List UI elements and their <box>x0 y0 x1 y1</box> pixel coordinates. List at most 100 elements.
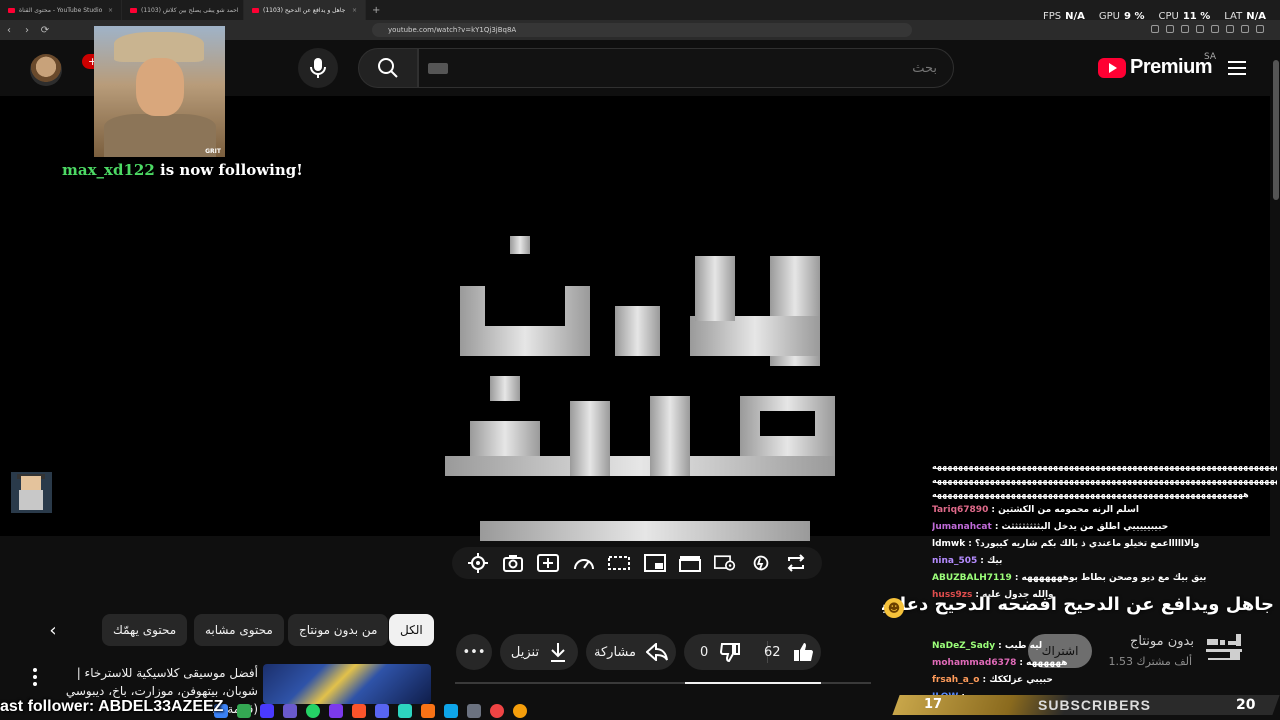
share-icon <box>645 643 668 661</box>
picture-in-picture-button[interactable] <box>643 552 666 574</box>
more-actions-button[interactable]: ••• <box>456 634 492 670</box>
taskbar-app-icon[interactable] <box>237 704 251 718</box>
taskbar-app-icon[interactable] <box>398 704 412 718</box>
chat-message: Tariq67890: اسلم الرنه محمومه من الكشتين <box>932 505 1139 515</box>
download-button[interactable]: تنزيل <box>500 634 578 670</box>
more-options-icon[interactable] <box>30 668 40 686</box>
url-field[interactable]: youtube.com/watch?v=kY1Qj3jBq8A <box>372 23 912 37</box>
add-box-icon <box>537 554 560 572</box>
chrome-icon[interactable] <box>513 704 527 718</box>
chat-spam-line: هههههههههههههههههههههههههههههههههههههههه… <box>932 476 1277 485</box>
search-input[interactable] <box>418 48 954 88</box>
account-avatar[interactable] <box>30 54 62 86</box>
taskbar-app-icon[interactable] <box>421 704 435 718</box>
like-button[interactable]: 62 <box>764 634 815 670</box>
chat-username: NaDeZ_Sady <box>932 641 996 651</box>
search-icon <box>378 58 398 78</box>
playback-speed-button[interactable] <box>573 552 595 574</box>
youtube-premium-logo[interactable]: Premium SA <box>1098 52 1216 79</box>
back-button[interactable]: ‹ <box>0 25 18 36</box>
theater-mode-button[interactable] <box>608 552 631 574</box>
share-button[interactable]: مشاركة <box>586 634 676 670</box>
extension-icon[interactable] <box>1241 25 1249 33</box>
chip-recommended-for-you[interactable]: محتوى يهمّك <box>102 614 188 646</box>
extension-icon[interactable] <box>1211 25 1219 33</box>
keyboard-icon[interactable] <box>428 63 448 74</box>
chat-text: اسلم الرنه محمومه من الكشتين <box>998 505 1139 515</box>
hamburger-menu-icon[interactable] <box>1228 61 1246 75</box>
download-label: تنزيل <box>510 644 540 660</box>
whatsapp-icon[interactable] <box>306 704 320 718</box>
chat-username: ABUZBALH7119 <box>932 573 1012 583</box>
chat-username: ldmwk <box>932 539 966 549</box>
subscriber-goal-count: 20 <box>1236 697 1256 713</box>
youtube-favicon-icon <box>130 7 137 13</box>
chat-username: frsah_a_o <box>932 675 980 685</box>
subscriber-goal-label: SUBSCRIBERS <box>1038 697 1151 713</box>
chat-message: nina_505: بيك <box>932 556 1003 566</box>
youtube-favicon-icon <box>252 7 259 13</box>
close-tab-icon[interactable]: × <box>352 7 357 14</box>
chat-message: frsah_a_o: حبيبي عزلككك <box>932 675 1053 685</box>
extension-icon[interactable] <box>1256 25 1264 33</box>
chat-spam-line: هههههههههههههههههههههههههههههههههههههههه… <box>932 462 1277 471</box>
dislike-button[interactable]: 0 <box>700 634 741 670</box>
tab-label: (1103) احمد شو يبقى يصلح بين كلاش <box>141 6 239 14</box>
taskbar-app-icon[interactable] <box>467 704 481 718</box>
taskbar-app-icon[interactable] <box>260 704 274 718</box>
chat-message: ldmwk: والااااااعمع تخيلو ماعندي ذ بالك … <box>932 539 1200 549</box>
voice-search-button[interactable] <box>298 48 338 88</box>
follow-alert-image: GRIT <box>94 26 225 157</box>
chat-text: ههههههه <box>1026 658 1068 668</box>
recommended-video-thumbnail[interactable] <box>263 664 431 704</box>
camera-icon <box>503 555 524 572</box>
taskbar-app-icon[interactable] <box>329 704 343 718</box>
extension-icon[interactable] <box>1181 25 1189 33</box>
follower-username: max_xd122 <box>62 161 155 179</box>
pip-icon <box>643 554 666 572</box>
microphone-icon <box>310 58 326 78</box>
new-tab-button[interactable]: + <box>366 5 380 16</box>
browser-tab-studio[interactable]: محتوى القناة - YouTube Studio × <box>0 0 122 20</box>
extension-icon[interactable] <box>1166 25 1174 33</box>
taskbar-app-icon[interactable] <box>283 704 297 718</box>
last-follower-overlay: ast follower: ABDEL33AZEEZ <box>0 698 224 715</box>
scrollbar-thumb[interactable] <box>1273 60 1279 200</box>
youtube-favicon-icon <box>8 7 15 13</box>
extension-icon[interactable] <box>1196 25 1204 33</box>
browser-tab-video-2[interactable]: (1103) احمد شو يبقى يصلح بين كلاش × <box>122 0 244 20</box>
extension-icon[interactable] <box>1151 25 1159 33</box>
settings-gear-button[interactable] <box>467 552 489 574</box>
search-button[interactable] <box>358 48 418 88</box>
clip-button[interactable] <box>679 552 702 574</box>
browser-tab-video-active[interactable]: (1103) جاهل و يدافع عن الدحيح × <box>244 0 366 20</box>
chat-username: mohammad6378 <box>932 658 1017 668</box>
discord-icon[interactable] <box>375 704 389 718</box>
extension-icon[interactable] <box>1226 25 1234 33</box>
share-label: مشاركة <box>594 644 636 660</box>
reload-button[interactable]: ⟳ <box>36 25 54 36</box>
brave-icon[interactable] <box>352 704 366 718</box>
chat-text: بيق بيك مع ديو وصحن بطاط بوهههههههه <box>1021 573 1207 583</box>
chips-prev-button[interactable]: ‹ <box>40 614 66 646</box>
repeat-button[interactable] <box>785 552 807 574</box>
chat-spam-line: هههههههههههههههههههههههههههههههههههههههه… <box>932 490 1250 499</box>
screenshot-button[interactable] <box>502 552 524 574</box>
chat-text: حبيبيييييي اطلق من يدخل البثثثثثثثثث <box>1001 522 1169 532</box>
forward-button[interactable]: › <box>18 25 36 36</box>
chip-similar-content[interactable]: محتوى مشابه <box>194 614 284 646</box>
taskbar-app-icon[interactable] <box>490 704 504 718</box>
chip-from-channel[interactable]: من بدون مونتاج <box>288 614 389 646</box>
taskbar-app-icon[interactable] <box>444 704 458 718</box>
gear-icon <box>467 553 488 573</box>
add-marker-button[interactable] <box>537 552 560 574</box>
chip-all[interactable]: الكل <box>389 614 434 646</box>
loop-view-button[interactable] <box>714 552 736 574</box>
chat-message: mohammad6378: ههههههه <box>932 658 1068 668</box>
video-actions: ••• تنزيل مشاركة 0 62 <box>456 634 826 670</box>
close-tab-icon[interactable]: × <box>108 7 113 14</box>
highlighted-chat-message: جاهل ويدافع عن الدحيح افضحه الدحيح دعامي… <box>882 594 1274 615</box>
taskbar-icons <box>214 702 544 720</box>
audio-boost-button[interactable] <box>750 552 772 574</box>
related-filter-chips: ‹ محتوى يهمّك محتوى مشابه من بدون مونتاج… <box>40 614 434 646</box>
